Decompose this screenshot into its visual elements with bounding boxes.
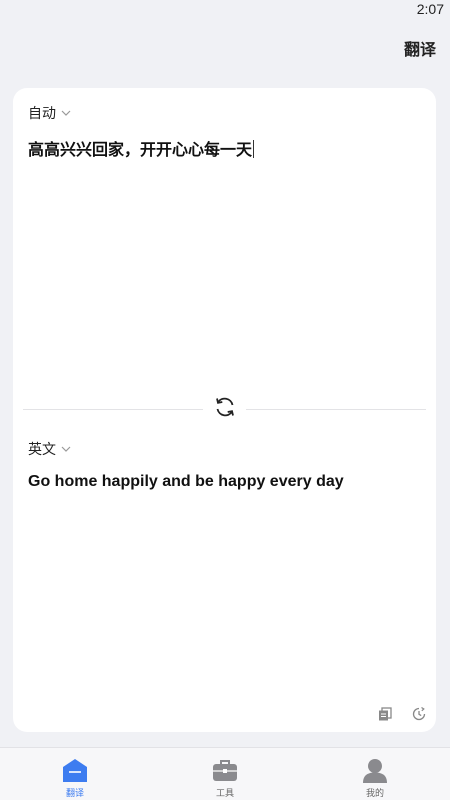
copy-icon [378, 706, 392, 725]
status-bar: 2:07 [0, 0, 450, 22]
swap-icon [213, 395, 237, 423]
source-language-label: 自动 [28, 106, 56, 122]
text-cursor [253, 140, 255, 158]
divider-right [246, 409, 426, 410]
tab-tools[interactable]: 工具 [150, 748, 300, 800]
swap-languages-button[interactable] [211, 395, 239, 423]
toolbox-icon [211, 756, 239, 784]
page-title: 翻译 [403, 40, 436, 59]
tab-translate-label: 翻译 [65, 789, 84, 799]
bottom-tab-bar: 翻译 工具 我的 [0, 747, 450, 800]
history-button[interactable] [411, 706, 427, 725]
tab-translate[interactable]: 翻译 [0, 748, 150, 800]
target-language-selector[interactable]: 英文 [28, 439, 72, 459]
chevron-down-icon [60, 443, 72, 455]
chevron-down-icon [60, 107, 72, 119]
source-text: 高高兴兴回家，开开心心每一天 [28, 140, 253, 159]
copy-button[interactable] [377, 706, 393, 725]
home-icon [61, 756, 89, 784]
status-time: 2:07 [416, 1, 444, 17]
divider-left [23, 409, 203, 410]
source-language-selector[interactable]: 自动 [28, 103, 72, 123]
tab-profile-label: 我的 [365, 789, 384, 799]
user-icon [361, 756, 389, 784]
history-icon [412, 706, 426, 725]
tab-profile[interactable]: 我的 [300, 748, 450, 800]
translation-card: 自动 高高兴兴回家，开开心心每一天 英文 Go home happily and… [13, 88, 436, 732]
tab-tools-label: 工具 [215, 789, 234, 799]
source-text-input[interactable]: 高高兴兴回家，开开心心每一天 [28, 136, 408, 160]
translation-result: Go home happily and be happy every day [28, 473, 344, 490]
target-language-label: 英文 [28, 442, 56, 458]
